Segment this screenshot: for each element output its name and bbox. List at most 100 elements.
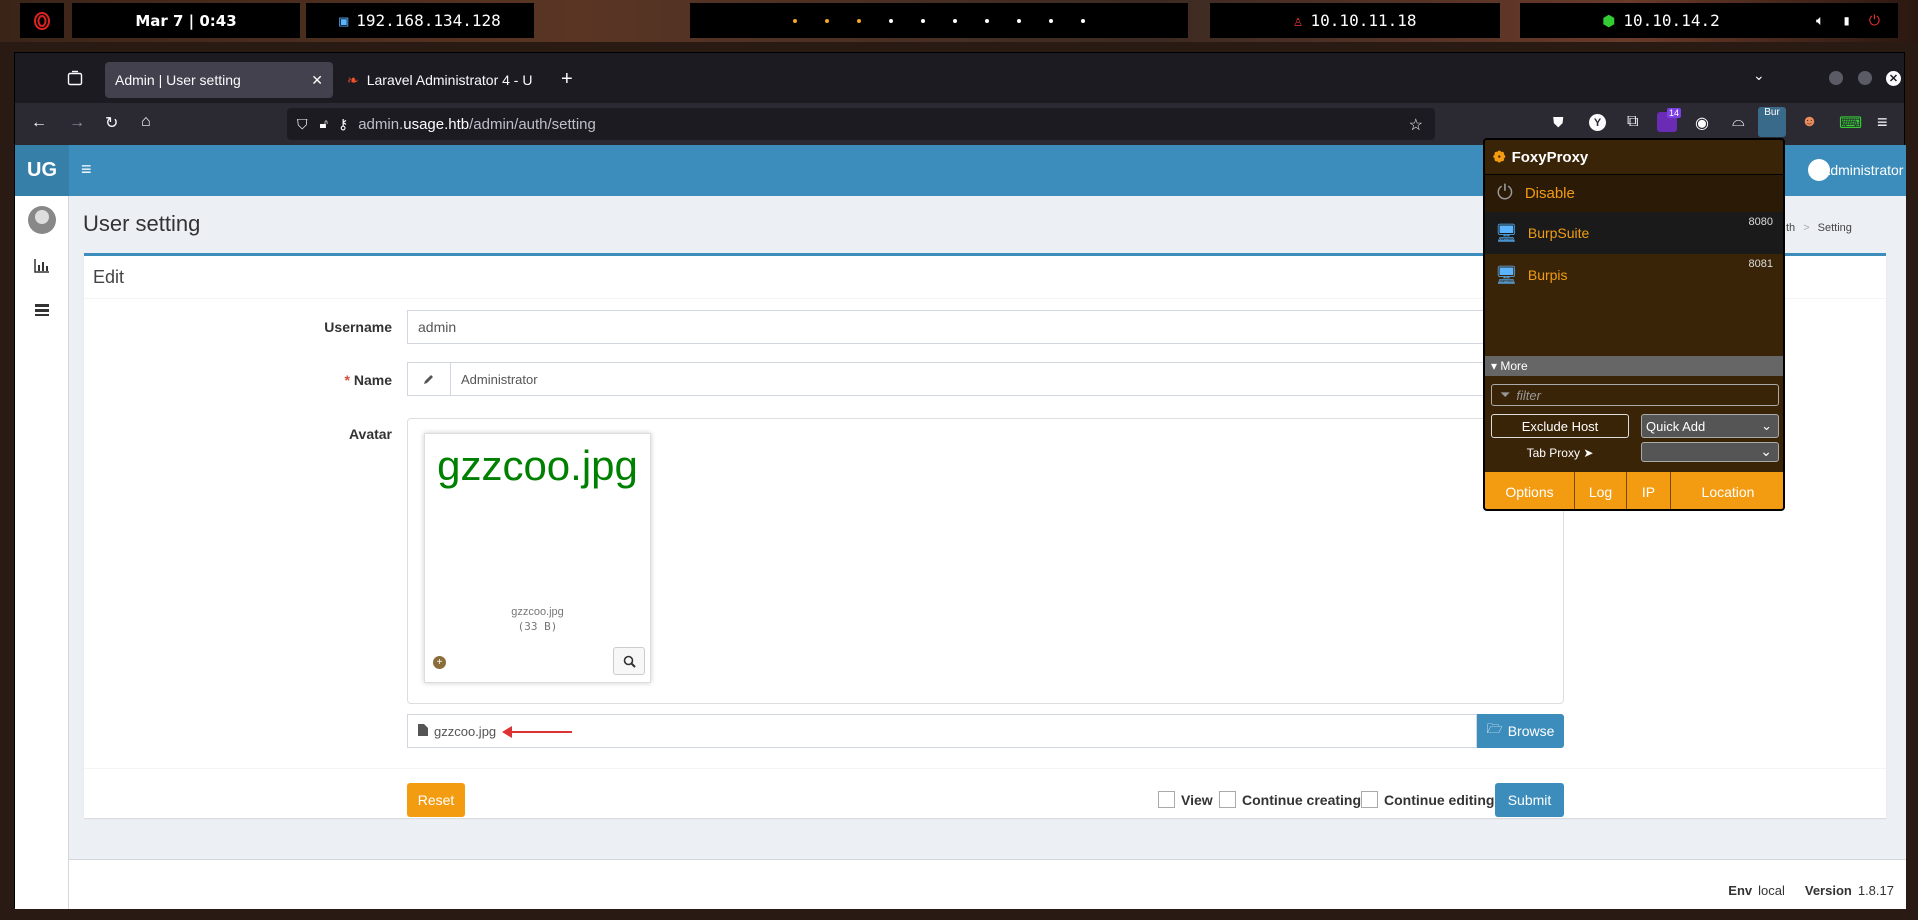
- continue-editing-checkbox[interactable]: Continue editing: [1361, 791, 1494, 808]
- chevron-down-icon: ⌄: [1761, 418, 1772, 433]
- foxyproxy-title: FoxyProxy: [1511, 148, 1589, 166]
- checkbox[interactable]: [1219, 791, 1236, 808]
- options-button[interactable]: Options: [1485, 472, 1575, 509]
- shield-icon[interactable]: ⛉: [297, 116, 308, 133]
- maximize-button[interactable]: [1858, 71, 1872, 85]
- env-label: Env: [1728, 883, 1753, 898]
- system-tray: 🔈︎ ▮ ⏻: [1798, 3, 1898, 38]
- key-icon[interactable]: ⚷: [338, 116, 348, 133]
- browse-button[interactable]: 🗁︎ Browse: [1477, 714, 1564, 748]
- tab-admin-user-setting[interactable]: Admin | User setting ✕: [105, 62, 333, 98]
- menu-icon[interactable]: ≡: [1877, 112, 1888, 133]
- checkbox-label: View: [1181, 791, 1213, 808]
- hacktools-icon[interactable]: ⌨: [1839, 113, 1862, 133]
- quick-add-select[interactable]: Quick Add ⌄: [1641, 414, 1779, 438]
- checkbox[interactable]: [1361, 791, 1378, 808]
- url-bar[interactable]: ⛉ 🔓︎ ⚷ admin. usage.htb/admin/auth/settin…: [287, 108, 1435, 140]
- disable-label: Disable: [1524, 185, 1575, 202]
- extensions-icon[interactable]: ⧉: [1627, 113, 1638, 131]
- list-tabs-icon[interactable]: ⌄: [1753, 67, 1765, 84]
- disable-option[interactable]: ⏻ Disable: [1485, 174, 1783, 212]
- footer-divider: [84, 768, 1886, 769]
- fox-face-icon[interactable]: ☻: [1801, 113, 1818, 131]
- power-icon: ⏻: [1497, 182, 1513, 204]
- preview-filename: gzzcoo.jpg: [511, 606, 564, 618]
- wappalyzer-icon[interactable]: 14: [1657, 108, 1682, 132]
- sidebar: [15, 196, 69, 909]
- home-icon[interactable]: ⌂: [141, 113, 151, 131]
- checkbox[interactable]: [1158, 791, 1175, 808]
- continue-creating-checkbox[interactable]: Continue creating: [1219, 791, 1361, 808]
- new-tab-icon[interactable]: +: [561, 68, 573, 91]
- volume-icon[interactable]: 🔈︎: [1816, 13, 1824, 29]
- server-list-icon[interactable]: [34, 303, 50, 320]
- tab-proxy-select[interactable]: ⌄: [1641, 442, 1779, 462]
- url-prefix: admin.: [358, 115, 404, 133]
- name-field[interactable]: Administrator: [450, 362, 1563, 396]
- file-caption-field[interactable]: gzzcoo.jpg: [407, 714, 1477, 748]
- hat-icon[interactable]: ⌓: [1732, 113, 1745, 131]
- footer-info: Env local Version 1.8.17: [1728, 883, 1894, 898]
- foxyproxy-toolbar-icon[interactable]: Bur: [1758, 107, 1786, 137]
- bookmark-star-icon[interactable]: ☆: [1409, 115, 1423, 135]
- user-name[interactable]: Administrator: [1821, 162, 1903, 178]
- vpn-cube-icon: ⬢: [1602, 11, 1616, 30]
- filter-input[interactable]: ⏷ filter: [1491, 384, 1779, 406]
- local-ip-widget: ▣ 192.168.134.128: [306, 3, 534, 38]
- proxy-name: BurpSuite: [1527, 225, 1590, 241]
- tab-overview-icon[interactable]: [67, 70, 83, 86]
- foxyproxy-popup: ❁ FoxyProxy ⏻ Disable 🖥︎ BurpSuite 8080 …: [1483, 138, 1785, 511]
- zoom-preview-button[interactable]: [613, 647, 645, 675]
- ip-button[interactable]: IP: [1627, 472, 1671, 509]
- battery-icon[interactable]: ▮: [1842, 13, 1850, 29]
- browse-label: Browse: [1507, 723, 1555, 739]
- reset-button[interactable]: Reset: [407, 783, 465, 817]
- upload-status-icon: +: [433, 656, 446, 669]
- submit-button[interactable]: Submit: [1495, 783, 1564, 817]
- forward-icon[interactable]: →: [69, 114, 85, 132]
- tun-ip-widget: ⬢ 10.10.14.2: [1520, 3, 1802, 38]
- more-toggle[interactable]: ▾ More: [1485, 356, 1783, 376]
- dashboard-chart-icon[interactable]: [34, 259, 50, 276]
- env-value: local: [1758, 883, 1785, 898]
- page-title: User setting: [83, 211, 201, 236]
- cookie-icon[interactable]: ◉: [1695, 113, 1709, 133]
- target-ip-widget: ♙ 10.10.11.18: [1210, 3, 1500, 38]
- exclude-host-button[interactable]: Exclude Host: [1491, 414, 1629, 438]
- computer-icon: 🖥︎: [1495, 264, 1518, 285]
- minimize-button[interactable]: [1829, 71, 1843, 85]
- logo[interactable]: UG: [15, 145, 69, 196]
- workspace-dots[interactable]: [690, 3, 1188, 38]
- clock: Mar 7 | 0:43: [72, 3, 300, 38]
- file-caption: gzzcoo.jpg: [434, 723, 497, 739]
- quick-add-label: Quick Add: [1646, 418, 1706, 434]
- breadcrumb-item-current: Setting: [1817, 222, 1852, 234]
- sidebar-toggle-icon[interactable]: ≡: [81, 159, 92, 180]
- log-button[interactable]: Log: [1575, 472, 1627, 509]
- view-checkbox[interactable]: View: [1158, 791, 1213, 808]
- proxy-item-burpis[interactable]: 🖥︎ Burpis 8081: [1485, 254, 1783, 296]
- tab-laravel-administrator[interactable]: ❧ Laravel Administrator 4 - U: [337, 62, 547, 98]
- avatar-label: Avatar: [348, 426, 392, 442]
- close-tab-icon[interactable]: ✕: [311, 72, 323, 89]
- required-marker: *: [344, 372, 350, 388]
- foxyproxy-status-label: Bur: [1764, 107, 1780, 118]
- close-window-button[interactable]: ✕: [1886, 71, 1901, 86]
- username-field[interactable]: admin: [407, 310, 1563, 344]
- reload-icon[interactable]: ↻: [105, 113, 118, 133]
- desktop-top-bar: Mar 7 | 0:43 ▣ 192.168.134.128 ♙ 10.10.1…: [0, 0, 1918, 42]
- red-arrow-annotation: [506, 731, 572, 733]
- breadcrumb-item[interactable]: th: [1786, 222, 1795, 234]
- yomi-extension-icon[interactable]: Y: [1589, 114, 1606, 131]
- checkbox-label: Continue creating: [1242, 791, 1362, 808]
- fingerprint-icon[interactable]: [20, 3, 64, 38]
- proxy-item-burpsuite[interactable]: 🖥︎ BurpSuite 8080: [1485, 212, 1783, 254]
- file-preview-frame: gzzcoo.jpg gzzcoo.jpg (33 B) +: [424, 433, 651, 683]
- computer-icon: 🖥︎: [1495, 222, 1518, 243]
- location-button[interactable]: Location: [1671, 472, 1783, 509]
- power-icon[interactable]: ⏻: [1869, 13, 1880, 29]
- version-value: 1.8.17: [1857, 883, 1894, 898]
- pocket-icon[interactable]: ⛊: [1553, 114, 1564, 131]
- lock-icon[interactable]: 🔓︎: [320, 116, 328, 132]
- back-icon[interactable]: ←: [31, 114, 47, 132]
